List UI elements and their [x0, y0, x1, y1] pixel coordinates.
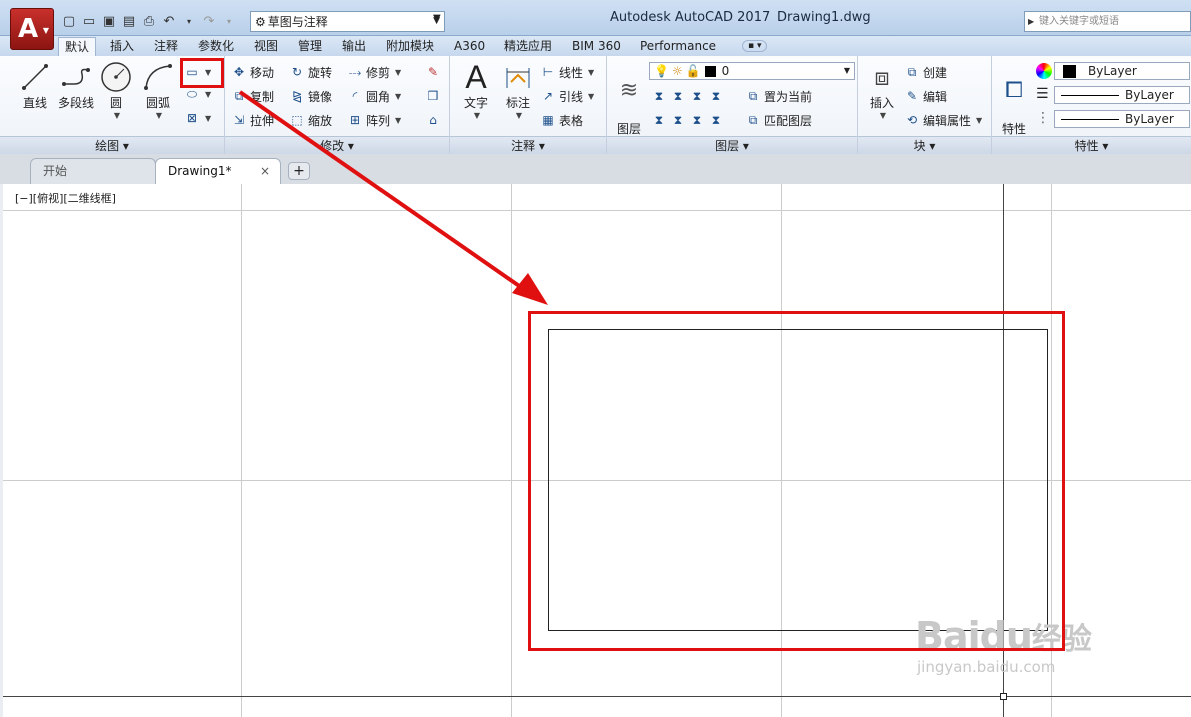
- chevron-down-icon: ▼: [42, 26, 49, 35]
- highlight-box-drawing: [528, 311, 1065, 651]
- application-menu-button[interactable]: A ▼: [10, 8, 54, 50]
